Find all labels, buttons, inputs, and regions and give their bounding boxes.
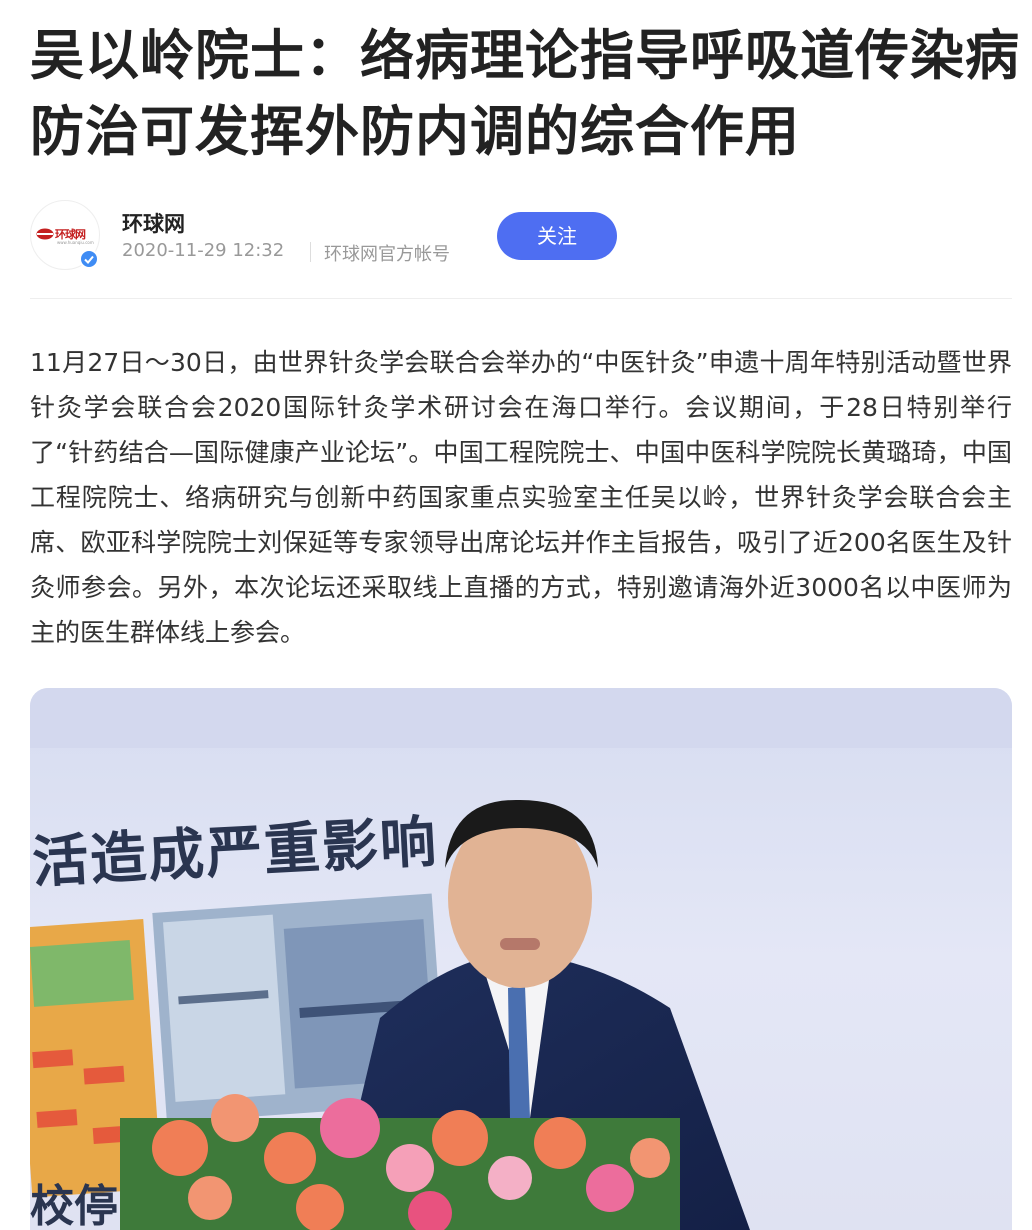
publish-date: 2020-11-29 12:32: [122, 240, 285, 261]
author-info-row: 环球网 www.huanqiu.com 环球网 2020-11-29 12:32…: [30, 200, 1010, 272]
meta-divider: [310, 242, 311, 262]
screen-slide-text-bottom: 校停: [30, 1181, 118, 1230]
verified-badge-icon: [79, 249, 99, 269]
article-page: 吴以岭院士：络病理论指导呼吸道传染病防治可发挥外防内调的综合作用 环球网 www…: [0, 0, 1032, 1230]
photo-scene: [30, 688, 1012, 1230]
article-title: 吴以岭院士：络病理论指导呼吸道传染病防治可发挥外防内调的综合作用: [30, 24, 1020, 163]
author-name[interactable]: 环球网: [122, 208, 185, 238]
avatar-logo-subtext: www.huanqiu.com: [57, 240, 94, 245]
logo-mark-icon: [36, 228, 54, 240]
huanqiu-logo-icon: 环球网 www.huanqiu.com: [36, 225, 98, 245]
article-body: 11月27日～30日，由世界针灸学会联合会举办的“中医针灸”申遗十周年特别活动暨…: [30, 348, 1012, 647]
author-avatar[interactable]: 环球网 www.huanqiu.com: [30, 200, 100, 270]
header-divider: [30, 298, 1012, 299]
account-type-label: 环球网官方帐号: [324, 244, 450, 265]
article-photo[interactable]: 活造成严重影响 校停: [30, 688, 1012, 1230]
follow-button[interactable]: 关注: [497, 212, 617, 260]
